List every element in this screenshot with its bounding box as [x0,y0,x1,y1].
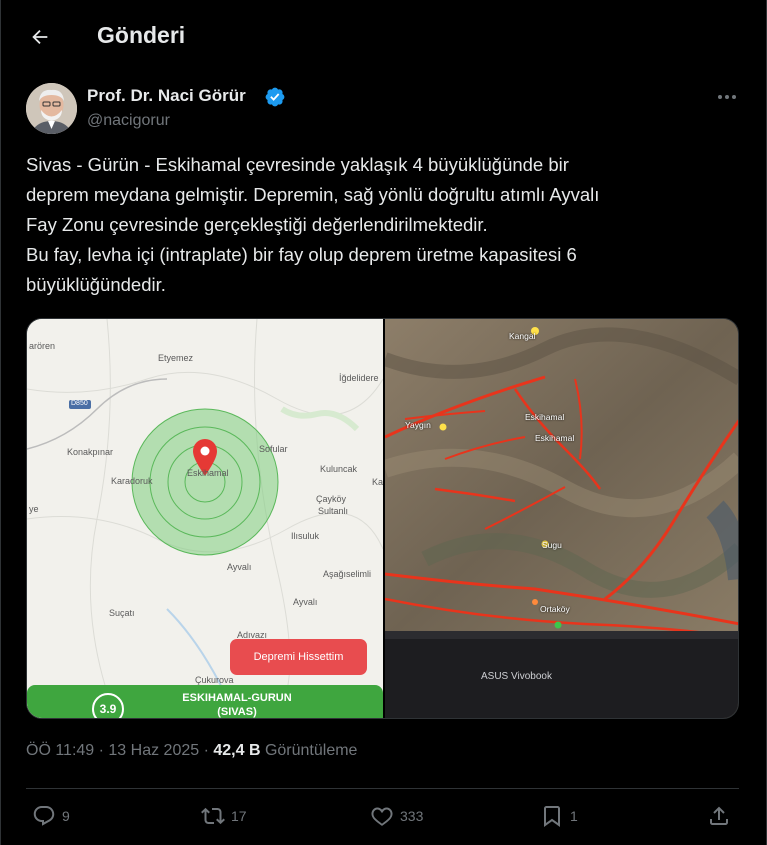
map-label: Eskihamal [187,468,229,478]
reply-icon [33,806,55,826]
map-label: Ayvalı [227,562,252,572]
photo-label: Sugu [542,540,562,550]
avatar-image [26,83,77,134]
heart-icon [371,807,393,826]
arrow-left-icon [32,29,48,45]
map-label: Karadoruk [111,476,153,486]
tweet-line: Bu fay, levha içi (intraplate) bir fay o… [26,244,577,265]
magnitude-badge: 3.9 [92,693,124,718]
map-label: Çukurova [195,675,234,685]
media-grid: arören Etyemez İğdelidere D850 Sofular K… [26,318,739,719]
map-label: Kuluncak [320,464,358,474]
bookmark-count: 1 [570,808,578,824]
map-label: Konakpınar [67,447,114,457]
more-dot-icon [732,95,736,99]
author-handle[interactable]: @nacigorur [87,112,170,130]
page-title: Gönderi [97,22,186,48]
views-label: Görüntüleme [260,742,358,759]
photo-label: Ortaköy [540,604,570,614]
felt-earthquake-button[interactable]: Depremi Hissettim [230,639,367,675]
tweet-date[interactable]: 13 Haz 2025 [108,742,199,759]
like-count: 333 [400,808,424,824]
quake-location: ESKIHAMAL-GURUN (SIVAS) [157,691,317,718]
action-bar: 9 17 333 1 [26,800,739,838]
reply-count: 9 [62,808,70,824]
repost-icon [201,807,225,825]
tweet-line: Sivas - Gürün - Eskihamal çevresinde yak… [26,154,569,175]
photo-label: Eskihamal [525,412,565,422]
quake-info-bar: 3.9 ESKIHAMAL-GURUN (SIVAS) [27,685,383,718]
more-dot-icon [725,95,729,99]
map-label: İğdelidere [339,373,379,383]
photo-label: Eskihamal [535,433,575,443]
tweet-line: deprem meydana gelmiştir. Depremin, sağ … [26,184,600,205]
share-icon [710,806,728,825]
map-label: Ilısuluk [291,531,320,541]
verified-badge-icon [265,87,285,107]
map-label: Sultanlı [318,506,349,516]
tweet-text: Sivas - Gürün - Eskihamal çevresinde yak… [26,150,741,300]
meta-separator: · [199,742,214,759]
tweet-time[interactable]: ÖÖ 11:49 [26,742,94,759]
divider [26,788,739,789]
map-label: Suçatı [109,608,135,618]
map-label: Çayköy [316,494,347,504]
reply-button[interactable]: 9 [32,804,70,828]
author-name[interactable]: Prof. Dr. Naci Görür [87,86,246,106]
tweet-detail-view: Gönderi Prof. Dr. Naci Görür @nacigorur … [0,0,767,845]
header: Gönderi [1,0,767,70]
tweet-line: büyüklüğündedir. [26,274,166,295]
map-label: ye [29,504,39,514]
photo-label: Kangal [509,331,536,341]
map-label: Etyemez [158,353,194,363]
bookmark-button[interactable]: 1 [540,804,578,828]
earthquake-map-image[interactable]: arören Etyemez İğdelidere D850 Sofular K… [27,319,384,718]
map-label: Aşağıselimli [323,569,372,579]
map-label: Sofular [259,444,288,454]
like-button[interactable]: 333 [370,804,423,828]
avatar[interactable] [26,83,77,134]
photo-label: Yaygın [405,420,431,430]
fault-map-photo[interactable]: Kangal Eskihamal Eskihamal Yaygın Sugu O… [385,319,738,718]
views-count: 42,4 B [213,742,261,759]
repost-button[interactable]: 17 [201,804,247,828]
map-label: Ka [372,477,384,487]
share-button[interactable] [707,804,731,828]
quake-location-line: (SIVAS) [217,706,257,718]
more-dot-icon [718,95,722,99]
map-label: arören [29,341,56,351]
more-options-button[interactable] [713,88,741,106]
quake-location-line: ESKIHAMAL-GURUN [182,692,292,704]
bookmark-icon [544,806,560,827]
tweet-meta: ÖÖ 11:49 · 13 Haz 2025 · 42,4 B Görüntül… [26,742,357,760]
satellite-background [385,319,738,718]
back-button[interactable] [23,20,57,54]
meta-separator: · [94,742,109,759]
map-label: Ayvalı [293,597,318,607]
tweet-line: Fay Zonu çevresinde gerçekleştiği değerl… [26,214,488,235]
road-label: D850 [71,400,88,407]
laptop-brand: ASUS Vivobook [481,671,552,682]
repost-count: 17 [231,808,247,824]
